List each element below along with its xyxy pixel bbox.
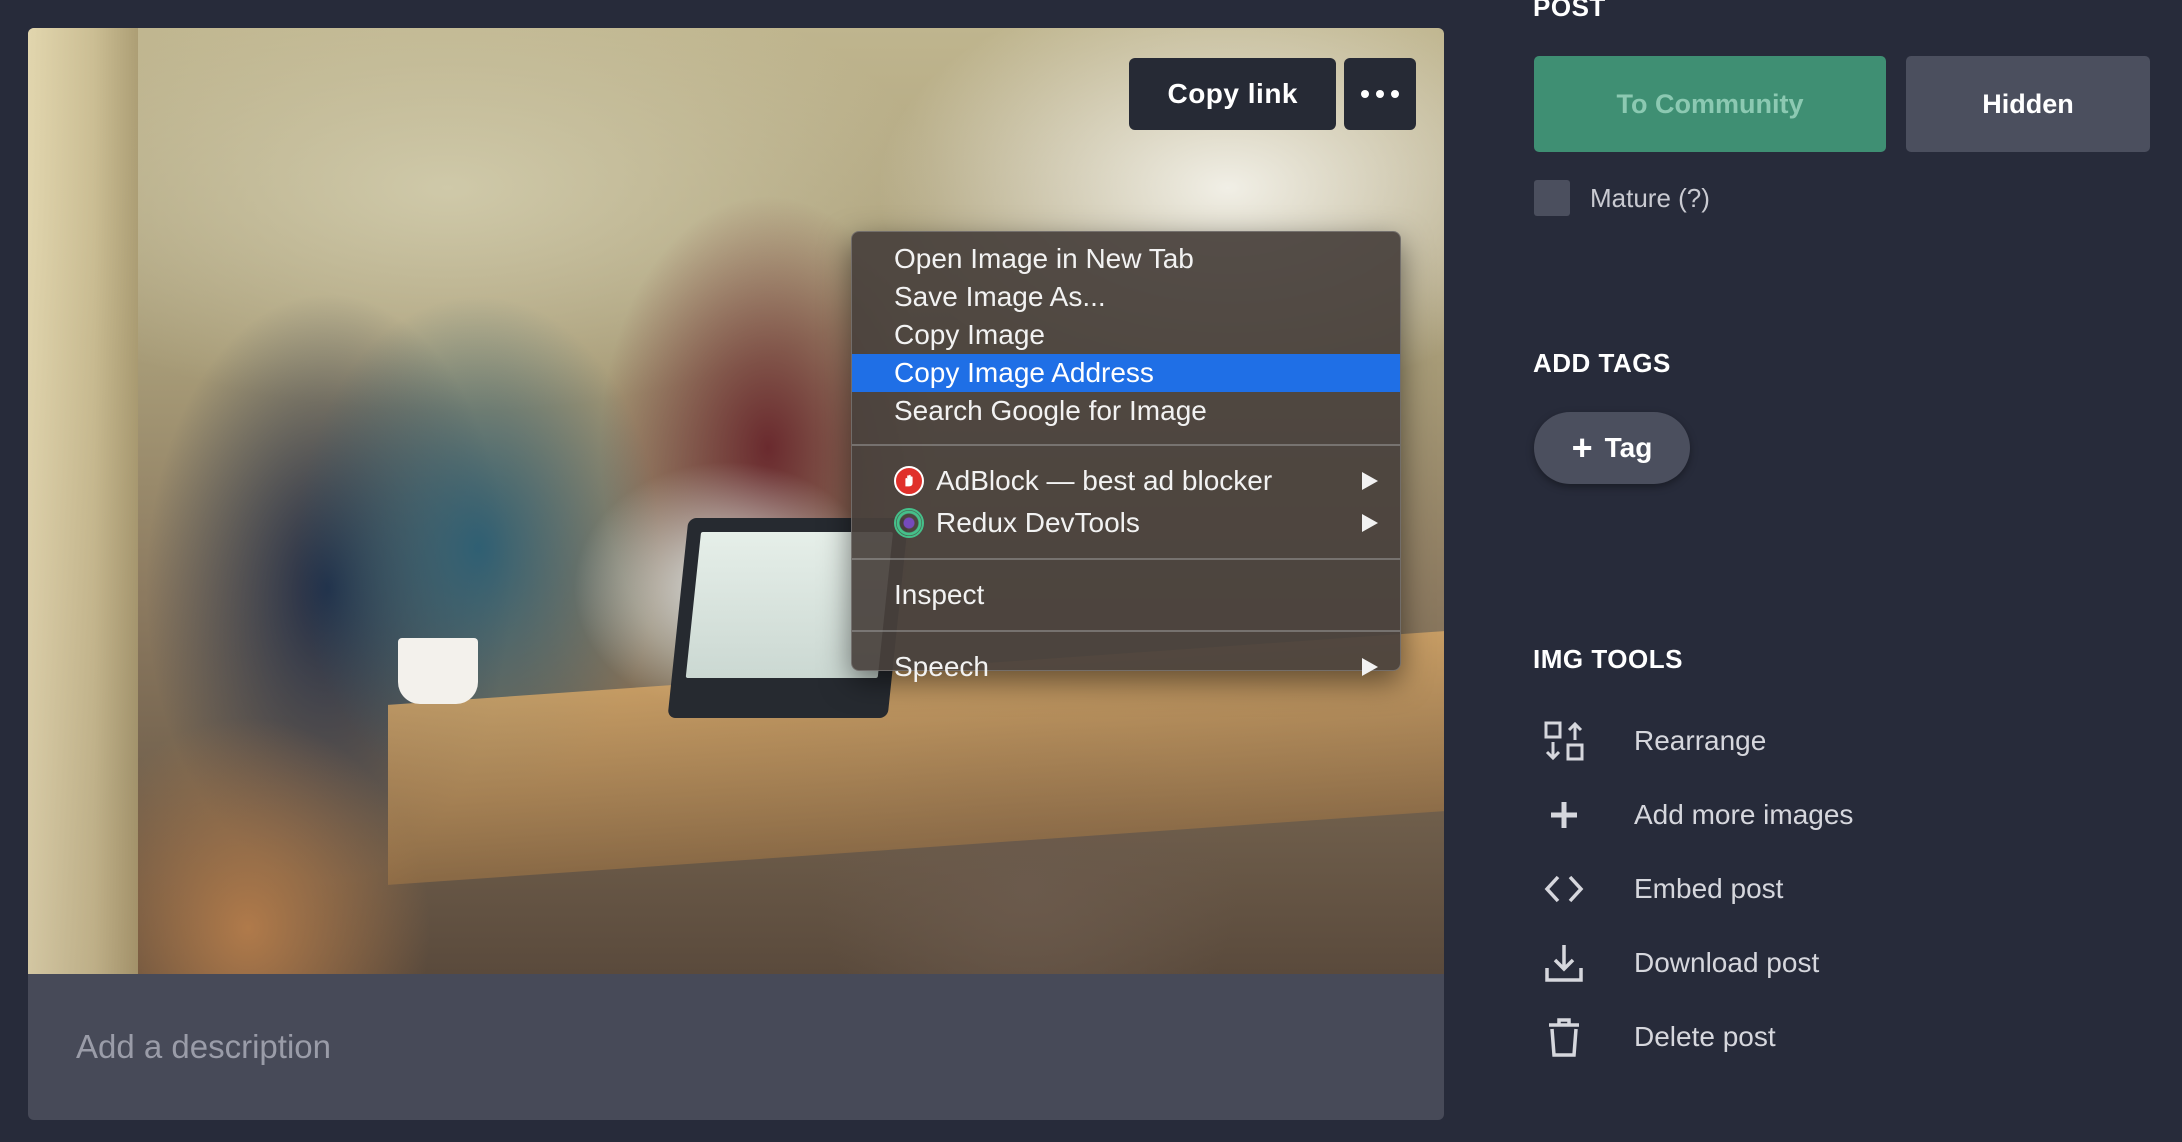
ellipsis-icon-dot — [1391, 90, 1399, 98]
tool-download-post[interactable]: Download post — [1540, 938, 1819, 988]
img-tools-heading: IMG TOOLS — [1533, 644, 1683, 674]
copy-link-button[interactable]: Copy link — [1129, 58, 1336, 130]
menu-separator — [852, 444, 1400, 446]
trash-icon — [1540, 1013, 1588, 1061]
tool-rearrange-label: Rearrange — [1634, 725, 1767, 756]
tool-download-post-label: Download post — [1634, 947, 1820, 978]
tool-embed-post[interactable]: Embed post — [1540, 864, 1783, 914]
to-community-button[interactable]: To Community — [1534, 56, 1886, 152]
add-tags-heading: ADD TAGS — [1533, 348, 1671, 378]
browser-context-menu: Open Image in New Tab Save Image As... C… — [851, 231, 1401, 682]
menu-item-speech-label: Speech — [894, 651, 989, 682]
rearrange-icon — [1540, 717, 1588, 765]
photo-shelf-detail — [28, 28, 138, 974]
description-placeholder: Add a description — [76, 1028, 331, 1065]
hidden-button[interactable]: Hidden — [1906, 56, 2150, 152]
submenu-arrow-icon — [1362, 658, 1378, 676]
add-tag-button[interactable]: + Tag — [1534, 412, 1690, 484]
tool-add-more-images-label: Add more images — [1634, 799, 1854, 830]
photo-cup-detail — [398, 638, 478, 704]
menu-item-redux-label: Redux DevTools — [936, 507, 1140, 538]
menu-item-open-image-new-tab[interactable]: Open Image in New Tab — [852, 240, 1400, 278]
adblock-icon — [894, 466, 924, 496]
mature-toggle-row[interactable]: Mature (?) — [1534, 180, 1710, 216]
tool-delete-post-label: Delete post — [1634, 1021, 1776, 1052]
menu-item-search-google-image[interactable]: Search Google for Image — [852, 392, 1400, 430]
tool-rearrange[interactable]: Rearrange — [1540, 716, 1766, 766]
ellipsis-icon-dot — [1376, 90, 1384, 98]
code-brackets-icon — [1540, 865, 1588, 913]
add-tag-label: Tag — [1604, 432, 1653, 463]
plus-icon — [1540, 791, 1588, 839]
menu-item-speech[interactable]: Speech — [852, 646, 1400, 688]
redux-devtools-icon — [894, 508, 924, 538]
submenu-arrow-icon — [1362, 472, 1378, 490]
menu-item-adblock-label: AdBlock — best ad blocker — [936, 465, 1273, 496]
more-options-button[interactable] — [1344, 58, 1416, 130]
tool-add-more-images[interactable]: Add more images — [1540, 790, 1853, 840]
menu-item-copy-image-address[interactable]: Copy Image Address — [852, 354, 1400, 392]
image-overlay-actions: Copy link — [1129, 58, 1416, 130]
menu-separator — [852, 558, 1400, 560]
post-heading: POST — [1533, 0, 1606, 22]
menu-item-save-image-as[interactable]: Save Image As... — [852, 278, 1400, 316]
tool-embed-post-label: Embed post — [1634, 873, 1784, 904]
description-field[interactable]: Add a description — [28, 974, 1444, 1120]
plus-icon: + — [1571, 427, 1593, 468]
menu-separator — [852, 630, 1400, 632]
menu-item-inspect[interactable]: Inspect — [852, 574, 1400, 616]
menu-item-copy-image[interactable]: Copy Image — [852, 316, 1400, 354]
menu-item-redux-devtools[interactable]: Redux DevTools — [852, 502, 1400, 544]
menu-item-adblock[interactable]: AdBlock — best ad blocker — [852, 460, 1400, 502]
tool-delete-post[interactable]: Delete post — [1540, 1012, 1776, 1062]
mature-checkbox[interactable] — [1534, 180, 1570, 216]
submenu-arrow-icon — [1362, 514, 1378, 532]
ellipsis-icon-dot — [1361, 90, 1369, 98]
mature-label: Mature (?) — [1590, 182, 1710, 213]
download-icon — [1540, 939, 1588, 987]
